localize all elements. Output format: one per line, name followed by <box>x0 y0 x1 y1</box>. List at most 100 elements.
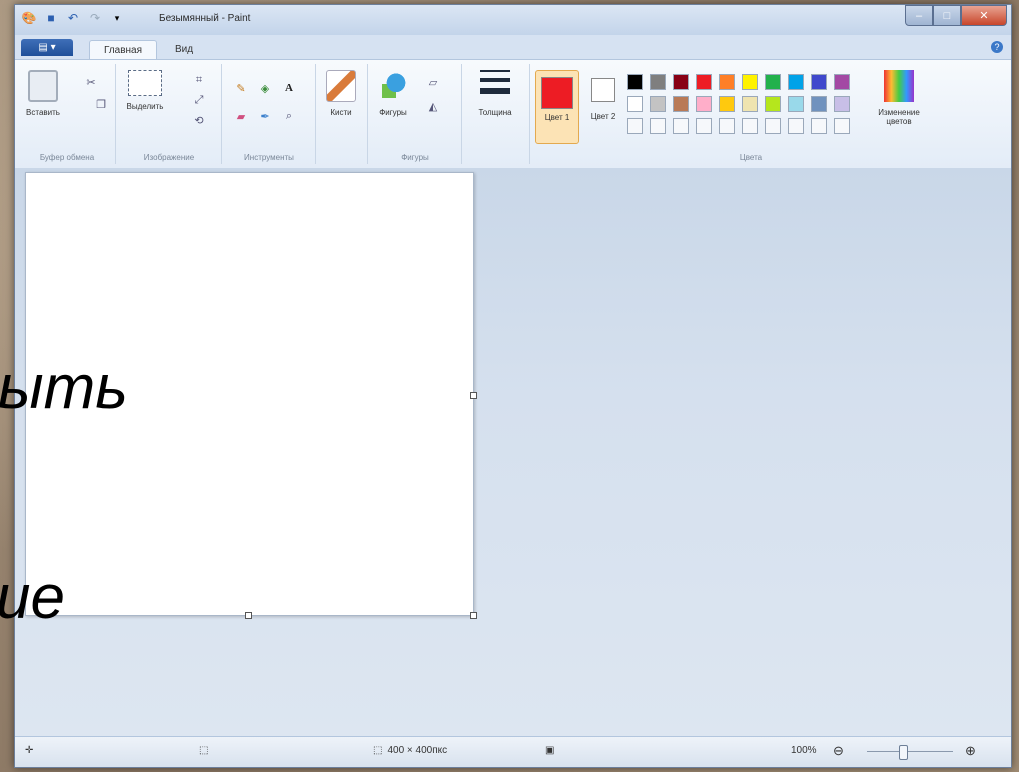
zoom-out-button[interactable]: ⊖ <box>833 743 844 759</box>
resize-handle-bottom[interactable] <box>245 612 252 619</box>
image-group-label: Изображение <box>143 153 195 162</box>
palette-swatch[interactable] <box>627 96 643 112</box>
brush-icon <box>326 70 356 102</box>
color1-swatch <box>541 77 573 109</box>
palette-swatch[interactable] <box>742 74 758 90</box>
maximize-button[interactable]: □ <box>933 5 961 26</box>
shapes-button[interactable]: Фигуры <box>373 70 413 117</box>
window-controls: – □ ✕ <box>905 5 1007 26</box>
paste-button[interactable]: Вставить <box>23 70 63 117</box>
palette-swatch[interactable] <box>834 96 850 112</box>
edit-colors-button[interactable]: Изменение цветов <box>871 70 927 126</box>
slide-text-line1: ыть <box>0 353 128 422</box>
canvas-area <box>15 168 1011 738</box>
resize-icon[interactable]: ⤢ <box>191 92 207 108</box>
customize-qat-icon[interactable]: ▾ <box>109 10 125 26</box>
window-title: Безымянный - Paint <box>159 13 251 24</box>
paint-window: 🎨 ■ ↶ ↷ ▾ Безымянный - Paint – □ ✕ ▤ ▾ Г… <box>14 4 1012 768</box>
palette-swatch[interactable] <box>650 118 666 134</box>
color-picker-icon[interactable]: ✒ <box>257 108 273 124</box>
size-button[interactable]: Толщина <box>475 70 515 117</box>
brushes-button[interactable]: Кисти <box>321 70 361 117</box>
fill-shape-icon[interactable]: ◭ <box>425 98 441 114</box>
tab-view[interactable]: Вид <box>169 40 199 59</box>
resize-handle-corner[interactable] <box>470 612 477 619</box>
group-size: Толщина <box>463 64 530 164</box>
copy-icon[interactable]: ❐ <box>93 96 109 112</box>
paste-icon <box>28 70 58 102</box>
text-icon[interactable]: A <box>281 80 297 96</box>
paste-label: Вставить <box>26 108 60 117</box>
group-tools: ✎ ◈ A ▰ ✒ ⌕ Инструменты <box>223 64 316 164</box>
status-bar: ✛ ⬚ ⬚ 400 × 400пкс ▣ 100% ⊖ ⊕ <box>15 736 1011 767</box>
file-size-icon: ▣ <box>545 745 555 756</box>
file-menu-button[interactable]: ▤ ▾ <box>21 39 73 56</box>
close-button[interactable]: ✕ <box>961 5 1007 26</box>
tab-home[interactable]: Главная <box>89 40 157 60</box>
crop-icon[interactable]: ⌗ <box>191 72 207 88</box>
palette-swatch[interactable] <box>673 96 689 112</box>
pencil-icon[interactable]: ✎ <box>233 80 249 96</box>
shapes-group-label: Фигуры <box>401 153 429 162</box>
selection-size-icon: ⬚ <box>199 745 209 756</box>
title-bar: 🎨 ■ ↶ ↷ ▾ Безымянный - Paint – □ ✕ <box>15 5 1011 35</box>
palette-swatch[interactable] <box>650 96 666 112</box>
help-icon[interactable]: ? <box>991 41 1003 53</box>
edit-colors-label: Изменение цветов <box>878 108 920 126</box>
palette-swatch[interactable] <box>627 74 643 90</box>
zoom-slider-thumb[interactable] <box>899 745 908 760</box>
undo-icon[interactable]: ↶ <box>65 10 81 26</box>
zoom-in-button[interactable]: ⊕ <box>965 743 976 759</box>
palette-swatch[interactable] <box>811 96 827 112</box>
palette-swatch[interactable] <box>742 118 758 134</box>
palette-swatch[interactable] <box>650 74 666 90</box>
group-image: Выделить ⌗ ⤢ ⟲ Изображение <box>117 64 222 164</box>
color2-button[interactable]: Цвет 2 <box>585 70 621 142</box>
palette-swatch[interactable] <box>811 118 827 134</box>
group-shapes: Фигуры ▱ ◭ Фигуры <box>369 64 462 164</box>
palette-swatch[interactable] <box>696 74 712 90</box>
image-size-icon: ⬚ <box>373 745 383 756</box>
palette-swatch[interactable] <box>696 96 712 112</box>
save-icon[interactable]: ■ <box>43 10 59 26</box>
palette-swatch[interactable] <box>719 118 735 134</box>
group-colors: Цвет 1 Цвет 2 Изменение цветов Цвета <box>531 64 971 164</box>
redo-icon[interactable]: ↷ <box>87 10 103 26</box>
palette-swatch[interactable] <box>788 118 804 134</box>
palette-swatch[interactable] <box>719 74 735 90</box>
minimize-button[interactable]: – <box>905 5 933 26</box>
zoom-slider-track[interactable] <box>867 751 953 752</box>
select-icon <box>128 70 162 96</box>
palette-swatch[interactable] <box>788 74 804 90</box>
palette-swatch[interactable] <box>673 74 689 90</box>
paint-app-icon[interactable]: 🎨 <box>21 10 37 26</box>
magnifier-icon[interactable]: ⌕ <box>281 108 297 124</box>
fill-icon[interactable]: ◈ <box>257 80 273 96</box>
select-label: Выделить <box>126 102 164 111</box>
palette-swatch[interactable] <box>834 74 850 90</box>
image-size-field: ⬚ 400 × 400пкс <box>373 745 447 756</box>
cut-icon[interactable]: ✂ <box>83 74 99 90</box>
resize-handle-right[interactable] <box>470 392 477 399</box>
palette-swatch[interactable] <box>742 96 758 112</box>
palette-swatch[interactable] <box>811 74 827 90</box>
palette-swatch[interactable] <box>627 118 643 134</box>
palette-swatch[interactable] <box>788 96 804 112</box>
rotate-icon[interactable]: ⟲ <box>191 112 207 128</box>
palette-swatch[interactable] <box>719 96 735 112</box>
eraser-icon[interactable]: ▰ <box>233 108 249 124</box>
palette-swatch[interactable] <box>696 118 712 134</box>
outline-icon[interactable]: ▱ <box>425 74 441 90</box>
color1-button[interactable]: Цвет 1 <box>535 70 579 144</box>
image-size-label: 400 × 400пкс <box>387 745 448 756</box>
palette-swatch[interactable] <box>834 118 850 134</box>
palette-swatch[interactable] <box>765 74 781 90</box>
zoom-level: 100% <box>791 745 817 756</box>
palette-swatch[interactable] <box>765 96 781 112</box>
group-brushes: Кисти <box>317 64 368 164</box>
ribbon: Вставить ✂ ❐ Буфер обмена Выделить ⌗ ⤢ ⟲… <box>15 59 1011 169</box>
palette-swatch[interactable] <box>673 118 689 134</box>
select-button[interactable]: Выделить <box>125 70 165 111</box>
palette-swatch[interactable] <box>765 118 781 134</box>
color2-label: Цвет 2 <box>590 112 616 121</box>
